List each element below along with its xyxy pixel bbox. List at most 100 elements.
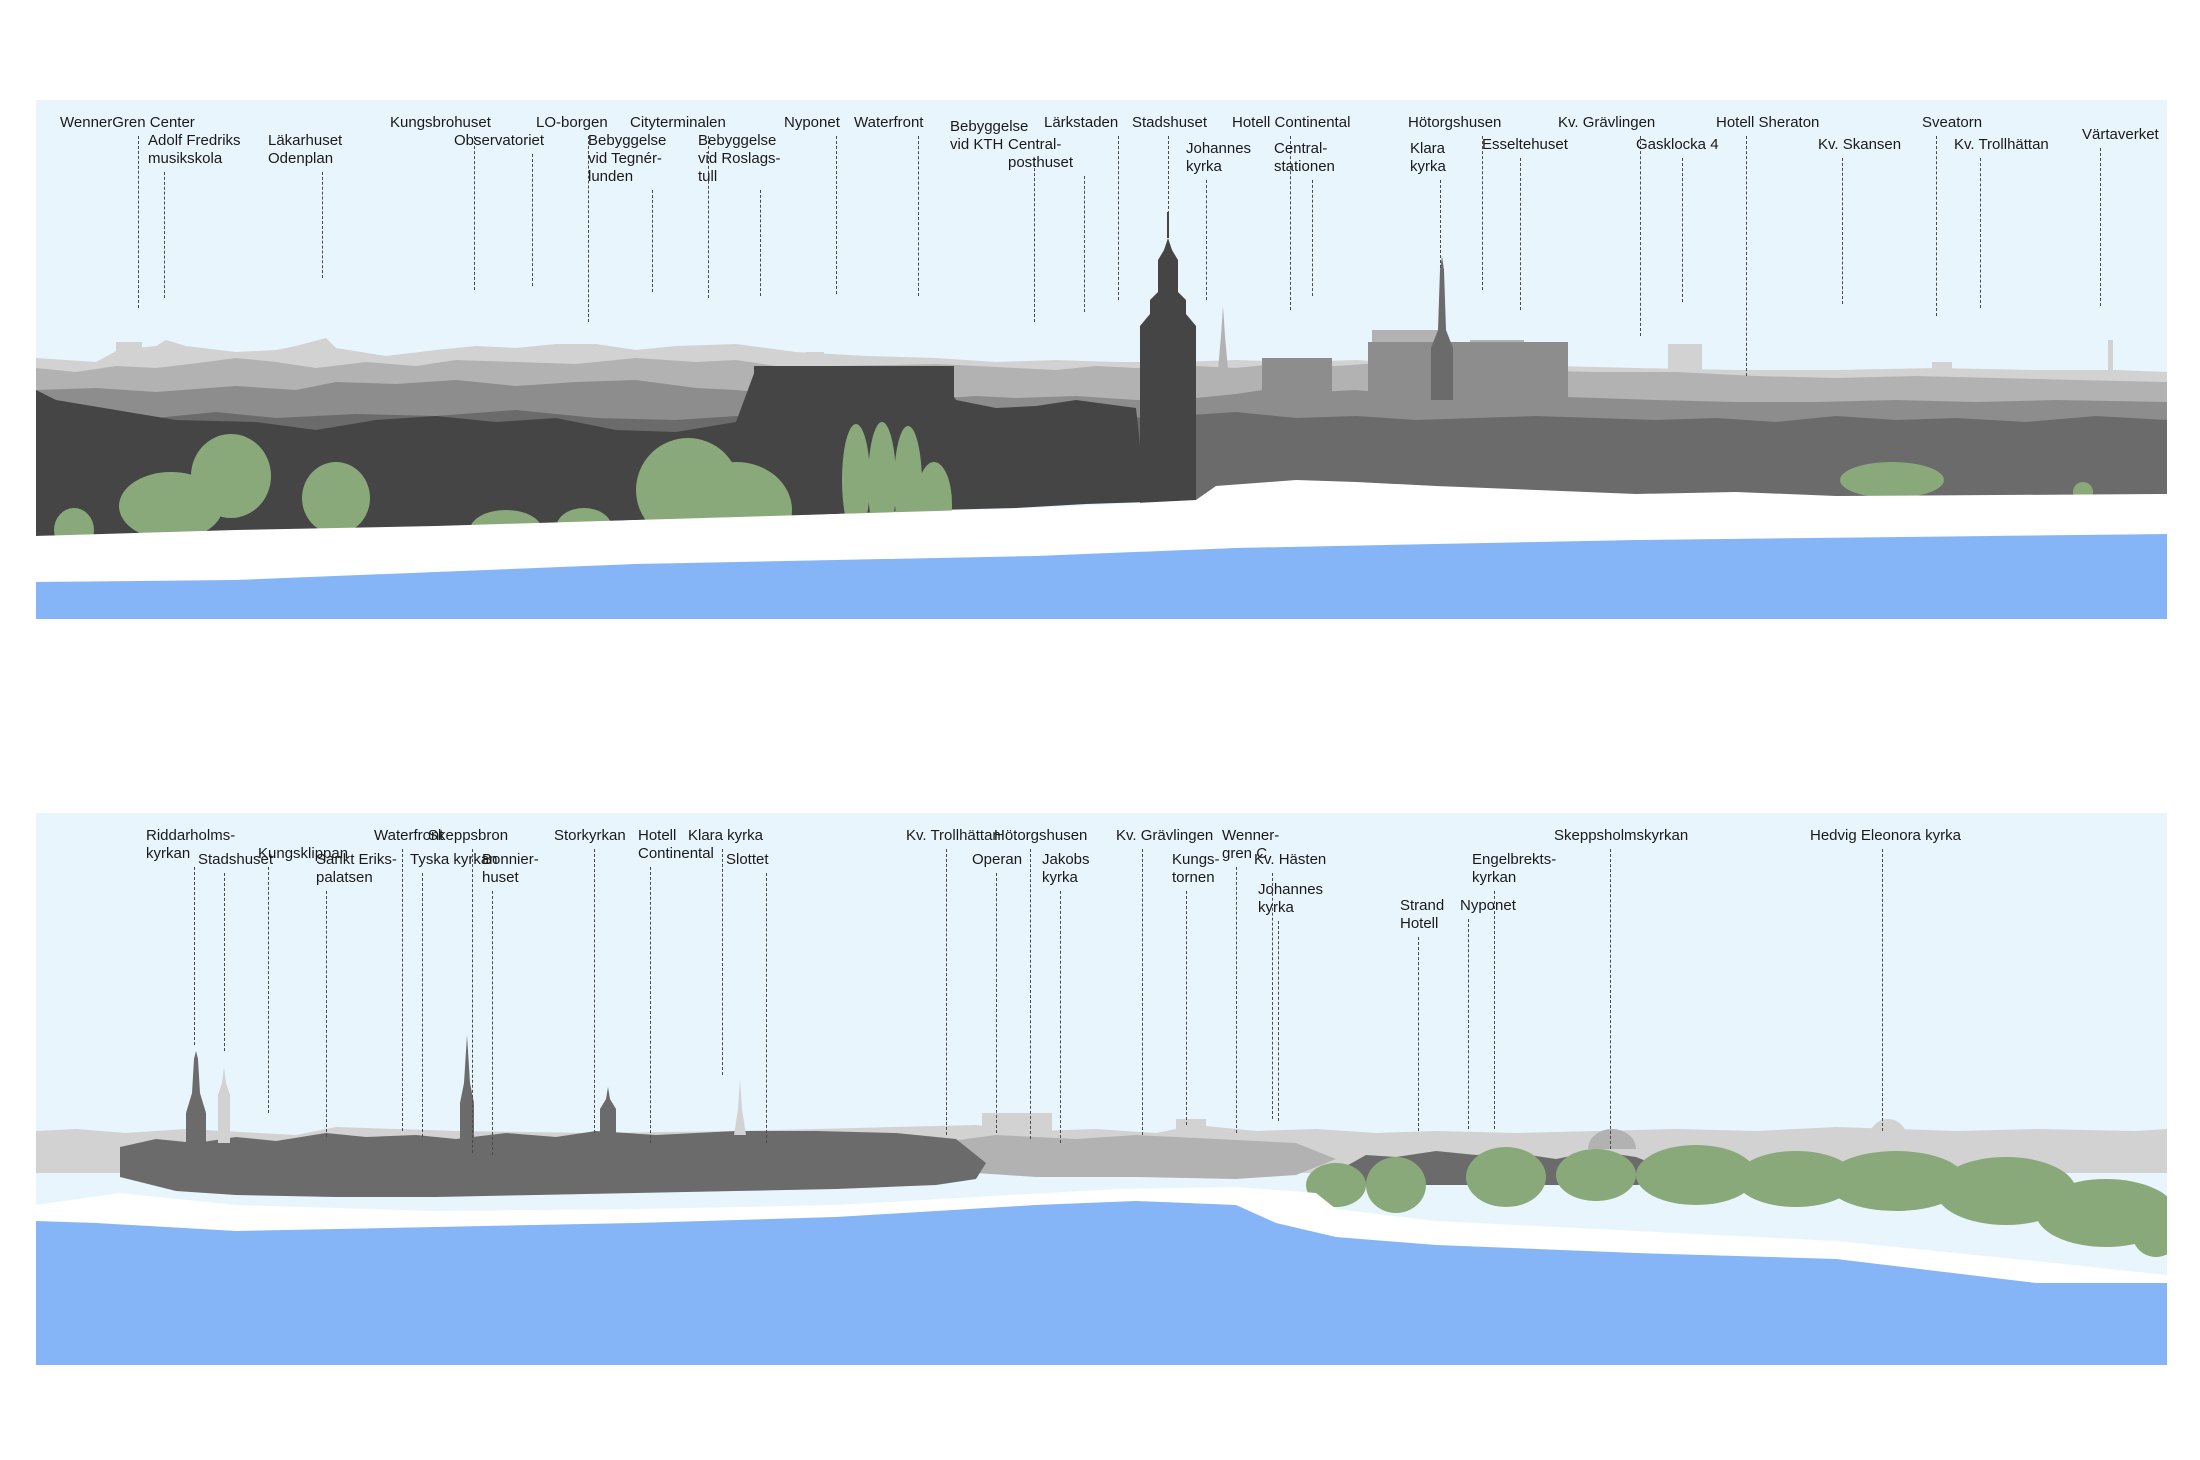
landmark-south-leader-line [326,891,327,1137]
landmark-north-label: Gasklocka 4 [1636,136,1719,153]
landmark-north-label: Kungsbrohuset [390,114,491,131]
landmark-south-label: Kv. Grävlingen [1116,827,1214,844]
landmark-north-leader-line [1168,136,1169,214]
landmark-north-leader-line [918,136,919,296]
landmark-south-label: Slottet [726,851,769,868]
landmark-north-label: Cityterminalen [630,114,726,131]
landmark-south-leader-line [1060,891,1061,1143]
landmark-north-label: Kv. Skansen [1818,136,1902,153]
landmark-south-label: Kv. Hästen [1254,851,1327,868]
landmark-south-label: Jakobs kyrka [1042,851,1090,886]
labels-south: Riddarholms- kyrkan Stadshuset Kungsklippa… [36,813,2167,1365]
landmark-south-leader-line [1142,849,1143,1135]
landmark-south-label: Kungs- tornen [1172,851,1220,886]
landmark-north-leader-line [1980,158,1981,308]
landmark-north-label: Hötorgshusen [1408,114,1502,131]
landmark-north-label: Läkarhuset Odenplan [268,132,343,167]
landmark-north-label: Hotell Sheraton [1716,114,1820,131]
landmark-south-leader-line [492,891,493,1155]
landmark-south-leader-line [1418,937,1419,1131]
landmark-south-label: Operan [972,851,1023,868]
landmark-north-leader-line [1084,176,1085,312]
landmark-south-leader-line [1278,921,1279,1121]
landmark-north-label: Observatoriet [454,132,545,149]
landmark-south-label: Bonnier- huset [482,851,539,886]
landmark-north-leader-line [1936,136,1937,316]
skyline-panel-north: WennerGren Center Adolf Fredriks musiksko… [36,100,2167,619]
landmark-north-label: Lärkstaden [1044,114,1119,131]
landmark-north-label: Central- posthuset [1008,136,1074,171]
landmark-south-label: Storkyrkan [554,827,626,844]
landmark-north-leader-line [760,190,761,296]
landmark-north-label: Sveatorn [1922,114,1983,131]
landmark-south-leader-line [722,849,723,1075]
landmark-north-label: Stadshuset [1132,114,1208,131]
landmark-south-label: Nyponet [1460,897,1516,914]
landmark-north-leader-line [1640,136,1641,336]
landmark-south-leader-line [472,849,473,1153]
landmark-north-leader-line [1682,158,1683,302]
landmark-south-leader-line [766,873,767,1143]
landmark-north-leader-line [1312,180,1313,296]
landmark-south-leader-line [1468,919,1469,1129]
landmark-north-label: Kv. Trollhättan [1954,136,2049,153]
landmark-north-label: Bebyggelse vid Roslags- tull [698,132,781,185]
landmark-north-leader-line [1440,180,1441,268]
landmark-north-label: Esselte­huset [1482,136,1568,153]
landmark-south-label: Skeppsbron [428,827,509,844]
landmark-north-label: Adolf Fredriks musikskola [148,132,241,167]
landmark-north-leader-line [474,136,475,290]
landmark-south-leader-line [946,849,947,1135]
landmark-south-label: Strand Hotell [1400,897,1445,932]
landmark-north-leader-line [1118,136,1119,300]
landmark-north-leader-line [1842,158,1843,304]
landmark-north-leader-line [164,172,165,298]
landmark-north-leader-line [1746,136,1747,376]
landmark-south-leader-line [402,849,403,1131]
landmark-north-label: LO-borgen [536,114,608,131]
landmark-south-label: Engelbrekts- kyrkan [1472,851,1557,886]
landmark-south-label: Klara kyrka [688,827,764,844]
landmark-south-leader-line [1236,867,1237,1133]
landmark-north-leader-line [2100,148,2101,306]
landmark-north-label: Klara kyrka [1410,140,1446,175]
landmark-south-leader-line [224,873,225,1051]
landmark-north-label: Kv. Grävlingen [1558,114,1656,131]
landmark-north-label: Bebyggelse vid Tegnér- lunden [588,132,667,185]
landmark-south-leader-line [1494,891,1495,1129]
landmark-south-leader-line [996,873,997,1133]
landmark-south-label: Hötorgshusen [994,827,1088,844]
landmark-north-leader-line [1206,180,1207,300]
landmark-south-leader-line [1030,849,1031,1139]
labels-north: WennerGren Center Adolf Fredriks musiksko… [36,100,2167,619]
landmark-south-leader-line [268,867,269,1113]
skyline-panel-south: Riddarholms- kyrkan Stadshuset Kungsklippa… [36,813,2167,1365]
landmark-south-label: Sankt Eriks- palatsen [316,851,397,886]
landmark-north-leader-line [532,154,533,286]
landmark-south-leader-line [594,849,595,1133]
landmark-north-label: Hotell Continental [1232,114,1351,131]
landmark-north-label: Waterfront [854,114,924,131]
landmark-north-label: Johannes kyrka [1186,140,1252,175]
landmark-south-leader-line [1610,849,1611,1149]
landmark-north-leader-line [1482,136,1483,290]
landmark-north-label: WennerGren Center [60,114,195,131]
landmark-north-leader-line [836,136,837,294]
landmark-south-leader-line [1882,849,1883,1131]
landmark-south-label: Hedvig Eleonora kyrka [1810,827,1961,844]
landmark-north-leader-line [322,172,323,278]
landmark-north-label: Nyponet [784,114,840,131]
landmark-south-leader-line [194,867,195,1045]
landmark-north-leader-line [1520,158,1521,310]
landmark-south-leader-line [650,867,651,1143]
landmark-south-label: Skeppsholmskyrkan [1554,827,1689,844]
landmark-north-label: Central- stationen [1274,140,1335,175]
landmark-south-label: Johannes kyrka [1258,881,1324,916]
landmark-south-label: Kv. Trollhättan [906,827,1001,844]
landmark-north-label: Värtaverket [2082,126,2159,143]
landmark-south-leader-line [422,873,423,1137]
landmark-north-leader-line [138,136,139,308]
landmark-south-leader-line [1186,891,1187,1125]
landmark-north-leader-line [652,190,653,292]
landmark-north-leader-line [1034,158,1035,322]
